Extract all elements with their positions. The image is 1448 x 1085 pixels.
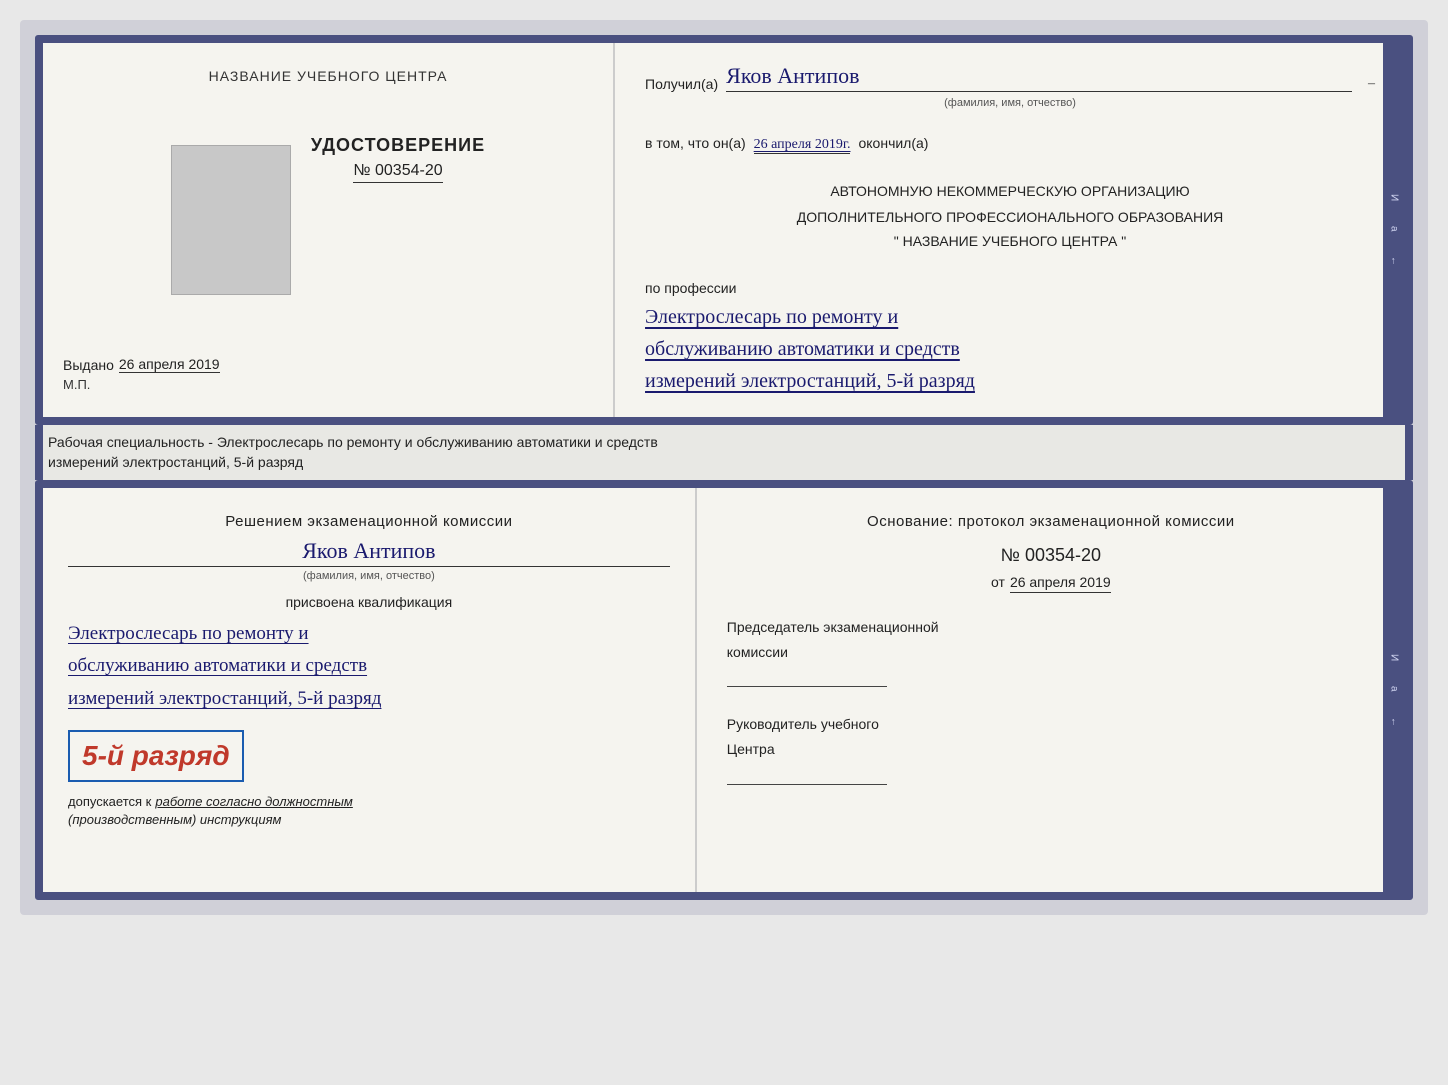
vtom-label: в том, что он(а) (645, 135, 746, 151)
photo-cert-area: УДОСТОВЕРЕНИЕ № 00354-20 (63, 135, 593, 305)
bottom-right-edge-deco: И а ← (1383, 488, 1405, 892)
ot-label: от (991, 574, 1005, 590)
rukovoditel-signature-line (727, 765, 887, 785)
bl-name-section: Яков Антипов (фамилия, имя, отчество) (68, 538, 670, 594)
razryad-badge: 5-й разряд (68, 730, 244, 782)
profession-text: Электрослесарь по ремонту и обслуживанию… (645, 301, 1375, 397)
top-school-name: НАЗВАНИЕ УЧЕБНОГО ЦЕНТРА (209, 68, 448, 84)
edge-text-2: а (1388, 226, 1399, 232)
osnovanie-text: Основание: протокол экзаменационной коми… (727, 513, 1375, 530)
org-name: " НАЗВАНИЕ УЧЕБНОГО ЦЕНТРА " (645, 233, 1375, 249)
edge-text-3: ← (1388, 256, 1399, 266)
chairman-section: Председатель экзаменационной комиссии (727, 618, 1375, 707)
cert-number: № 00354-20 (353, 162, 442, 183)
top-right-panel: Получил(а) Яков Антипов – (фамилия, имя,… (615, 43, 1405, 417)
cert-photo (171, 145, 291, 295)
org-line2: ДОПОЛНИТЕЛЬНОГО ПРОФЕССИОНАЛЬНОГО ОБРАЗО… (645, 207, 1375, 228)
cert-issued-date: 26 апреля 2019 (119, 356, 220, 373)
prisvoyena-text: присвоена квалификация (68, 594, 670, 610)
bottom-edge-text-1: И (1388, 654, 1399, 661)
po-professii-label: по профессии (645, 280, 1375, 296)
edge-text-1: И (1388, 194, 1399, 201)
top-left-content: НАЗВАНИЕ УЧЕБНОГО ЦЕНТРА УДОСТОВЕРЕНИЕ №… (63, 68, 593, 392)
cert-mp: М.П. (63, 377, 90, 392)
profession-line2: обслуживанию автоматики и средств (645, 333, 1375, 365)
protocol-date-val: 26 апреля 2019 (1010, 574, 1111, 593)
org-line1: АВТОНОМНУЮ НЕКОММЕРЧЕСКУЮ ОРГАНИЗАЦИЮ (645, 181, 1375, 202)
razryad-badge-wrapper: 5-й разряд (68, 725, 670, 787)
cert-issued-label: Выдано (63, 357, 114, 373)
chairman-signature-line (727, 667, 887, 687)
bottom-left-panel: Решением экзаменационной комиссии Яков А… (43, 488, 697, 892)
top-document: НАЗВАНИЕ УЧЕБНОГО ЦЕНТРА УДОСТОВЕРЕНИЕ №… (35, 35, 1413, 425)
separator-text-content: Рабочая специальность - Электрослесарь п… (48, 434, 658, 470)
dopuskaetsya-text3: (производственным) инструкциям (68, 812, 281, 827)
bottom-edge-text-3: ← (1388, 717, 1399, 727)
recipient-section: Получил(а) Яков Антипов – (фамилия, имя,… (645, 63, 1375, 119)
page-wrapper: НАЗВАНИЕ УЧЕБНОГО ЦЕНТРА УДОСТОВЕРЕНИЕ №… (20, 20, 1428, 915)
bottom-edge-text-2: а (1388, 686, 1399, 692)
dopuskaetsya-label: допускается к (68, 794, 151, 809)
bl-name: Яков Антипов (68, 538, 670, 567)
rukovoditel-line1: Руководитель учебного (727, 715, 1375, 735)
recipient-subtitle: (фамилия, имя, отчество) (645, 97, 1375, 109)
bottom-document: Решением экзаменационной комиссии Яков А… (35, 480, 1413, 900)
right-edge-deco: И а ← (1383, 43, 1405, 417)
dopuskaetsya-text2: работе согласно должностным (155, 794, 352, 809)
chairman-line2: комиссии (727, 643, 1375, 663)
separator-bar: Рабочая специальность - Электрослесарь п… (35, 425, 1413, 480)
bl-name-subtitle: (фамилия, имя, отчество) (68, 570, 670, 582)
dopuskaetsya-section: допускается к работе согласно должностны… (68, 793, 670, 829)
rukovoditel-line2: Центра (727, 740, 1375, 760)
vtom-date: 26 апреля 2019г. (754, 137, 851, 154)
qual-line1: Электрослесарь по ремонту и (68, 618, 670, 650)
resheniem-text: Решением экзаменационной комиссии (68, 513, 670, 530)
qual-line2: обслуживанию автоматики и средств (68, 650, 670, 682)
razryad-badge-text: 5-й разряд (82, 740, 230, 771)
protocol-date-line: от 26 апреля 2019 (727, 574, 1375, 593)
qualification-text: Электрослесарь по ремонту и обслуживанию… (68, 618, 670, 715)
top-left-panel: НАЗВАНИЕ УЧЕБНОГО ЦЕНТРА УДОСТОВЕРЕНИЕ №… (43, 43, 615, 417)
cert-title-area: УДОСТОВЕРЕНИЕ № 00354-20 (311, 135, 485, 183)
bottom-right-panel: Основание: протокол экзаменационной коми… (697, 488, 1405, 892)
recipient-name: Яков Антипов (726, 63, 1352, 92)
profession-line1: Электрослесарь по ремонту и (645, 301, 1375, 333)
vtom-line: в том, что он(а) 26 апреля 2019г. окончи… (645, 135, 1375, 154)
qual-line3: измерений электростанций, 5-й разряд (68, 683, 670, 715)
cert-udostoverenie-label: УДОСТОВЕРЕНИЕ (311, 135, 485, 156)
rukovoditel-section: Руководитель учебного Центра (727, 715, 1375, 804)
dash-1: – (1368, 76, 1375, 92)
org-info: АВТОНОМНУЮ НЕКОММЕРЧЕСКУЮ ОРГАНИЗАЦИЮ ДО… (645, 181, 1375, 264)
protocol-number: № 00354-20 (727, 545, 1375, 566)
profession-section: по профессии Электрослесарь по ремонту и… (645, 280, 1375, 397)
profession-line3: измерений электростанций, 5-й разряд (645, 365, 1375, 397)
okonchil-label: окончил(а) (858, 135, 928, 151)
recipient-line: Получил(а) Яков Антипов – (645, 63, 1375, 92)
recipient-label: Получил(а) (645, 76, 718, 92)
chairman-line1: Председатель экзаменационной (727, 618, 1375, 638)
